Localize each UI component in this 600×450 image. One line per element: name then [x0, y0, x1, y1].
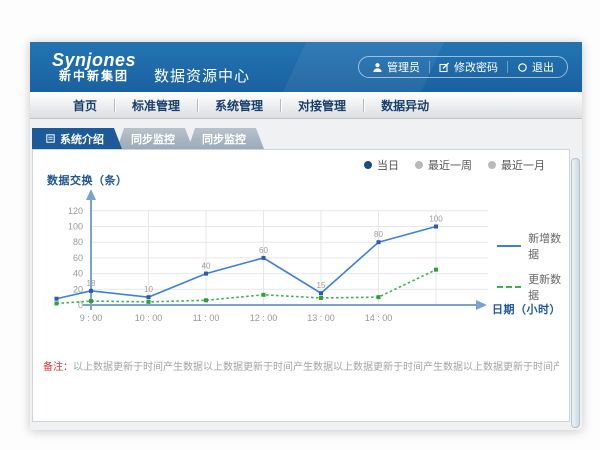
nav-item-standard-mgmt[interactable]: 标准管理 — [115, 97, 197, 114]
svg-text:9 : 00: 9 : 00 — [80, 313, 103, 323]
change-password-button[interactable]: 修改密码 — [430, 59, 507, 75]
svg-text:60: 60 — [73, 253, 83, 263]
svg-text:80: 80 — [374, 230, 383, 239]
svg-text:14 : 00: 14 : 00 — [365, 313, 393, 323]
footnote-prefix: 备注： — [43, 362, 73, 373]
user-icon — [372, 62, 383, 73]
legend-line-solid-icon — [497, 245, 521, 247]
legend-label: 更新数据 — [528, 271, 569, 303]
main-nav: 首页 标准管理 系统管理 对接管理 数据异动 — [30, 92, 582, 119]
svg-text:100: 100 — [429, 215, 443, 224]
filter-label: 最近一月 — [501, 157, 545, 173]
tab-label: 同步监控 — [131, 131, 175, 147]
nav-item-home[interactable]: 首页 — [56, 97, 114, 114]
svg-text:18: 18 — [87, 279, 96, 288]
nav-item-system-mgmt[interactable]: 系统管理 — [198, 97, 280, 114]
tab-sync-monitor-2[interactable]: 同步监控 — [188, 128, 264, 149]
footnote: 备注：以上数据更新于时间产生数据以上数据更新于时间产生数据以上数据更新于时间产生… — [43, 358, 559, 373]
user-menu[interactable]: 管理员 — [363, 59, 429, 75]
svg-text:数据交换（条）: 数据交换（条） — [47, 173, 128, 187]
brand-logo: Synjones 新中新集团 — [52, 50, 136, 84]
app-header: Synjones 新中新集团 数据资源中心 管理员 修改密码 — [30, 42, 582, 92]
user-name: 管理员 — [387, 59, 420, 75]
brand-logo-cn: 新中新集团 — [52, 70, 136, 84]
content-area: 系统介绍 同步监控 同步监控 当日 最近一周 — [30, 128, 582, 439]
user-toolbar: 管理员 修改密码 退出 — [358, 56, 568, 78]
tab-label: 系统介绍 — [60, 131, 104, 147]
svg-text:11 : 00: 11 : 00 — [193, 313, 220, 323]
svg-text:60: 60 — [259, 246, 268, 255]
logout-button[interactable]: 退出 — [508, 59, 563, 75]
filter-last-month[interactable]: 最近一月 — [488, 157, 545, 173]
legend-label: 新增数据 — [528, 230, 569, 262]
line-chart: 0204060801001209 : 0010 : 0011 : 0012 : … — [33, 160, 493, 340]
legend-line-dashed-icon — [497, 286, 521, 288]
svg-text:80: 80 — [73, 237, 83, 247]
svg-text:15: 15 — [317, 281, 326, 290]
svg-text:10 : 00: 10 : 00 — [135, 313, 163, 323]
svg-text:40: 40 — [73, 269, 83, 279]
svg-text:13 : 00: 13 : 00 — [307, 313, 335, 323]
tab-label: 同步监控 — [202, 131, 246, 147]
nav-item-interface-mgmt[interactable]: 对接管理 — [281, 97, 363, 114]
svg-text:12 : 00: 12 : 00 — [250, 313, 278, 323]
svg-text:120: 120 — [68, 206, 83, 216]
app-window: Synjones 新中新集团 数据资源中心 管理员 修改密码 — [30, 42, 582, 430]
page-title: 数据资源中心 — [154, 65, 250, 86]
chart-panel: 当日 最近一周 最近一月 0204060801001209 : 0010 : 0… — [32, 149, 570, 422]
svg-text:40: 40 — [202, 262, 211, 271]
edit-icon — [439, 62, 450, 73]
scrollbar[interactable] — [571, 158, 580, 428]
document-icon — [46, 134, 55, 143]
power-icon — [517, 62, 528, 73]
svg-text:10: 10 — [144, 285, 153, 294]
change-password-label: 修改密码 — [454, 59, 498, 75]
tab-system-intro[interactable]: 系统介绍 — [32, 128, 122, 149]
footnote-text: 以上数据更新于时间产生数据以上数据更新于时间产生数据以上数据更新于时间产生数据以… — [73, 362, 559, 373]
nav-item-data-change[interactable]: 数据异动 — [364, 97, 446, 114]
svg-text:100: 100 — [68, 222, 83, 232]
tab-sync-monitor-1[interactable]: 同步监控 — [117, 128, 193, 149]
brand-logo-name: Synjones — [52, 50, 136, 71]
tab-bar: 系统介绍 同步监控 同步监控 — [32, 128, 582, 149]
legend-item-new-data: 新增数据 — [497, 230, 569, 262]
chart-legend: 新增数据 更新数据 — [497, 230, 569, 312]
legend-item-updated-data: 更新数据 — [497, 271, 569, 303]
logout-label: 退出 — [532, 59, 554, 75]
